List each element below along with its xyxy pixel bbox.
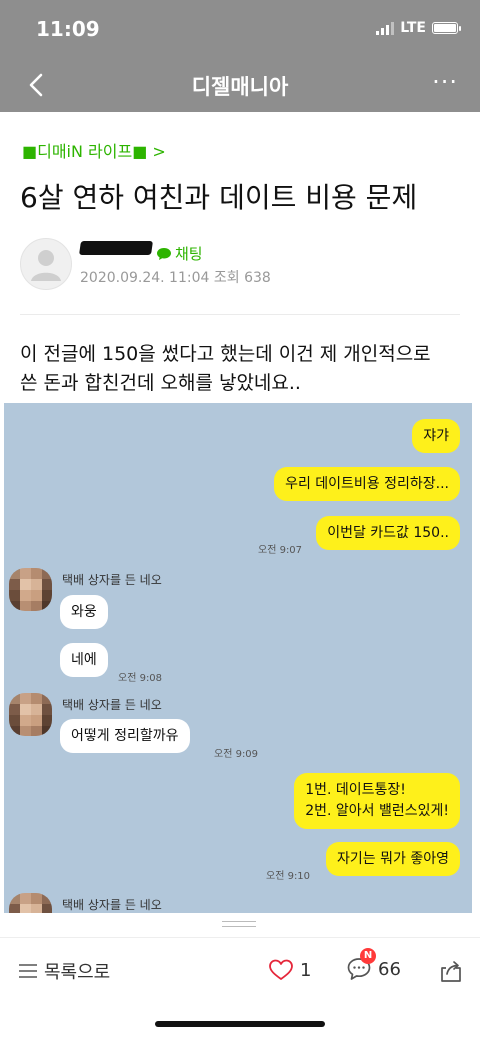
author-name-redacted	[79, 241, 153, 255]
board-category-link[interactable]: ■디매iN 라이프■ >	[22, 138, 166, 162]
share-button[interactable]	[438, 958, 464, 984]
chat-bubble-icon	[157, 247, 171, 260]
status-time: 11:09	[36, 17, 100, 41]
heart-icon	[269, 959, 293, 980]
network-label: LTE	[400, 20, 426, 36]
author-avatar[interactable]	[20, 238, 72, 290]
signal-icon	[376, 21, 395, 35]
message-timestamp: 오전 9:09	[214, 749, 259, 760]
comments-button[interactable]: N 66	[346, 948, 401, 982]
post-body-line: 쓴 돈과 합친건데 오해를 낳았네요..	[20, 372, 301, 394]
divider	[0, 937, 480, 938]
post-body: 이 전글에 150을 썼다고 했는데 이건 제 개인적으로 쓴 돈과 합친건데 …	[20, 340, 460, 398]
status-bar: 11:09 LTE	[0, 0, 480, 58]
chat-link[interactable]: 채팅	[156, 243, 203, 264]
message-timestamp: 오전 9:07	[258, 545, 303, 556]
message-timestamp: 오전 9:10	[266, 871, 311, 882]
divider	[20, 314, 460, 315]
my-message: 이번달 카드값 150..	[316, 516, 460, 550]
sender-name: 택배 상자를 든 네오	[62, 898, 162, 912]
friend-message: 어떻게 정리할까유	[60, 719, 190, 753]
my-message: 1번. 데이트통장! 2번. 알아서 밸런스있게!	[294, 773, 460, 829]
bottom-toolbar: 목록으로 1 N 66	[0, 913, 480, 1038]
chat-screenshot: 쟈갸 우리 데이트비용 정리하장... 이번달 카드값 150.. 오전 9:0…	[4, 403, 472, 913]
my-message: 우리 데이트비용 정리하장...	[274, 467, 460, 501]
post-meta: 2020.09.24. 11:04 조회 638	[80, 270, 271, 286]
nav-bar: 디젤매니아 ···	[0, 58, 480, 112]
share-icon	[441, 961, 461, 982]
friend-message: 와웅	[60, 595, 108, 629]
back-to-list-button[interactable]: 목록으로	[18, 958, 110, 984]
friend-message: 네에	[60, 643, 108, 677]
post-body-line: 이 전글에 150을 썼다고 했는데 이건 제 개인적으로	[20, 343, 431, 365]
friend-avatar	[9, 693, 52, 736]
friend-avatar	[9, 568, 52, 611]
battery-icon	[432, 22, 461, 34]
more-options-button[interactable]: ···	[432, 68, 458, 96]
my-message: 쟈갸	[412, 419, 460, 453]
home-indicator[interactable]	[155, 1021, 325, 1027]
status-indicators: LTE	[376, 20, 461, 36]
chat-link-label: 채팅	[175, 245, 203, 263]
drag-handle[interactable]	[222, 921, 256, 927]
comment-count: 66	[378, 958, 401, 980]
list-label: 목록으로	[44, 962, 111, 983]
list-icon	[19, 964, 37, 978]
like-button[interactable]: 1	[268, 958, 311, 982]
sender-name: 택배 상자를 든 네오	[62, 698, 162, 712]
new-comment-badge: N	[360, 948, 376, 964]
nav-title: 디젤매니아	[191, 75, 289, 99]
message-timestamp: 오전 9:08	[118, 673, 163, 684]
friend-avatar	[9, 893, 52, 913]
default-avatar-icon	[31, 250, 61, 281]
my-message-line: 2번. 알아서 밸런스있게!	[305, 803, 449, 819]
my-message: 자기는 뭐가 좋아영	[326, 842, 460, 876]
post-title: 6살 연하 여친과 데이트 비용 문제	[20, 181, 418, 214]
my-message-line: 1번. 데이트통장!	[305, 782, 406, 798]
like-count: 1	[300, 959, 312, 981]
sender-name: 택배 상자를 든 네오	[62, 573, 162, 587]
